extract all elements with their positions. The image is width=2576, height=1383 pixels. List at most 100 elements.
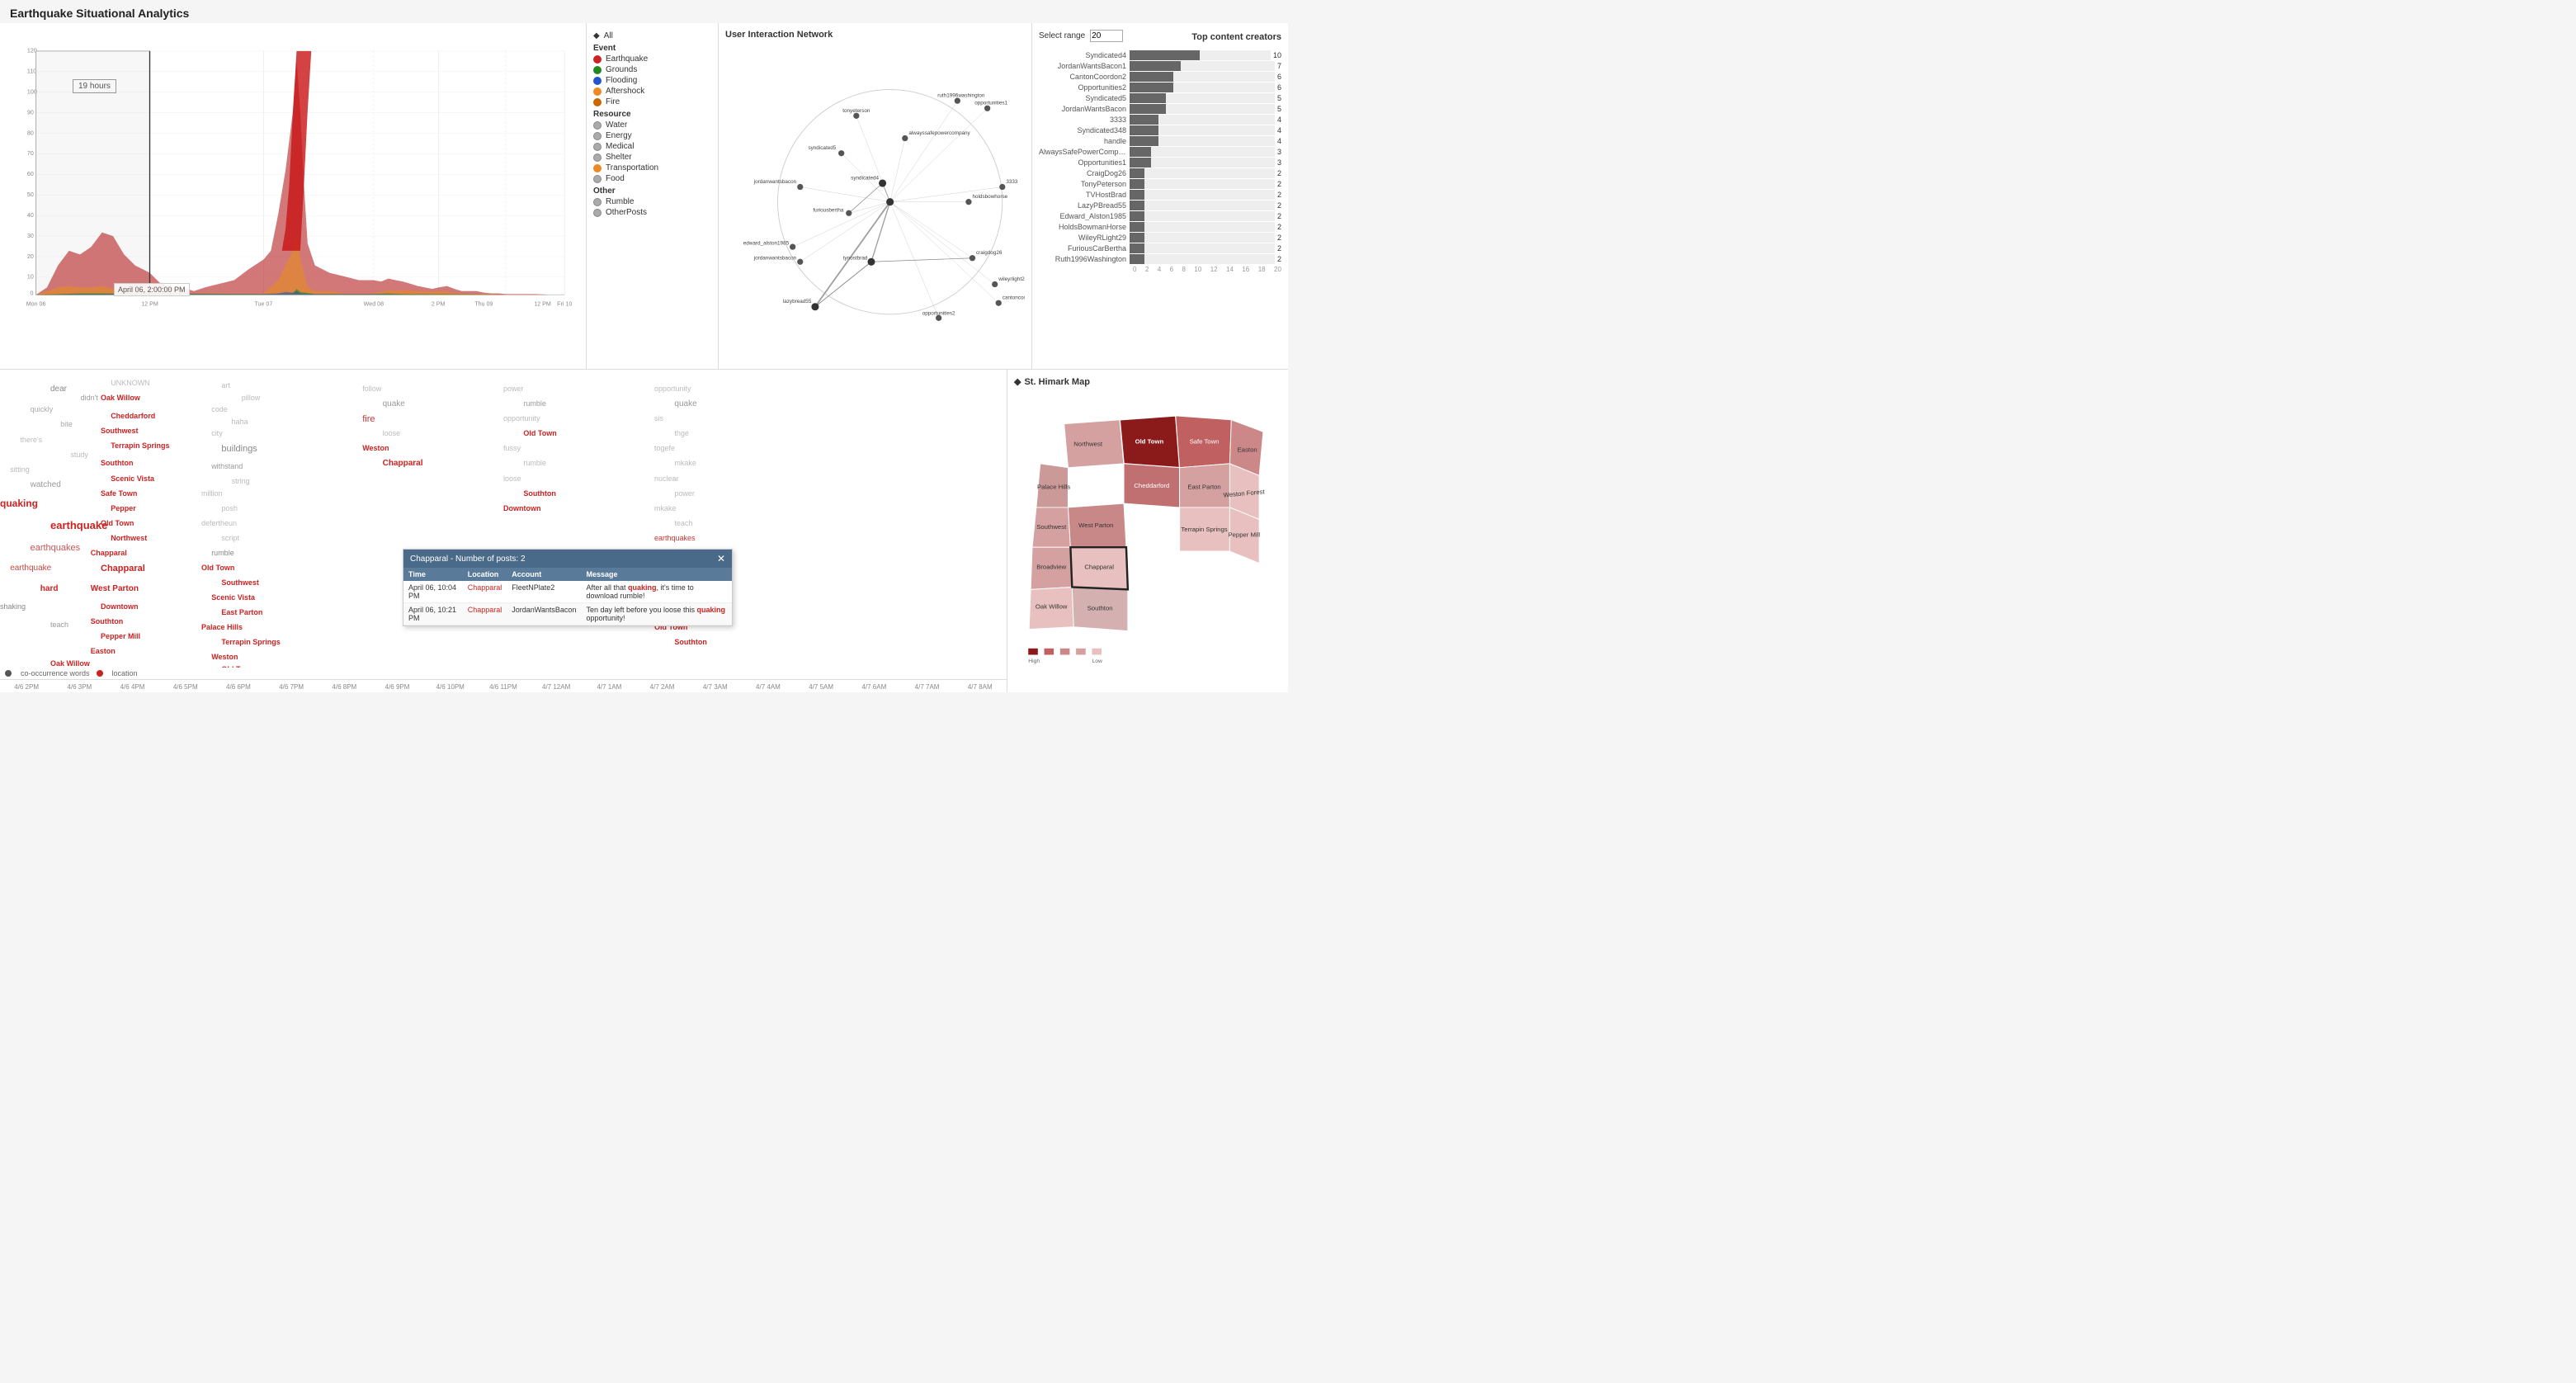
legend-water[interactable]: Water xyxy=(593,120,711,130)
svg-text:Southton: Southton xyxy=(1087,604,1113,611)
svg-text:90: 90 xyxy=(27,109,34,116)
legend-rumble[interactable]: Rumble xyxy=(593,197,711,206)
legend-aftershock[interactable]: Aftershock xyxy=(593,87,711,96)
bar-value: 3 xyxy=(1277,148,1281,156)
chart-annotation: 19 hours xyxy=(73,79,116,93)
map-title: ◆ St. Himark Map xyxy=(1014,376,1281,387)
bar-value: 2 xyxy=(1277,169,1281,177)
legend-flooding[interactable]: Flooding xyxy=(593,76,711,85)
svg-text:50: 50 xyxy=(27,191,34,198)
legend-other-label: Other xyxy=(593,186,616,196)
bar-value: 6 xyxy=(1277,83,1281,92)
legend-transportation[interactable]: Transportation xyxy=(593,163,711,172)
legend-earthquake[interactable]: Earthquake xyxy=(593,54,711,64)
svg-text:syndicated5: syndicated5 xyxy=(808,145,836,151)
bar-label: 3333 xyxy=(1039,116,1130,124)
svg-text:10: 10 xyxy=(27,274,34,281)
main-chart-panel: 19 hours 120 110 100 90 80 70 60 50 40 3… xyxy=(0,23,587,369)
bar-value: 2 xyxy=(1277,255,1281,263)
legend-location: location xyxy=(112,669,138,677)
bar-label: Opportunities2 xyxy=(1039,83,1130,92)
bar-track xyxy=(1130,179,1275,189)
bar-fill xyxy=(1130,93,1166,103)
bar-row: handle 4 xyxy=(1039,136,1281,146)
time-series-chart[interactable]: 120 110 100 90 80 70 60 50 40 30 20 10 0 xyxy=(7,30,579,310)
svg-text:jordanwantsbacon: jordanwantsbacon xyxy=(753,256,797,262)
legend-fire[interactable]: Fire xyxy=(593,97,711,106)
bar-row: Opportunities2 6 xyxy=(1039,83,1281,92)
svg-text:Wed 08: Wed 08 xyxy=(364,301,384,308)
app-title: Earthquake Situational Analytics xyxy=(0,0,1288,23)
col-time: Time xyxy=(403,568,463,581)
bar-row: TVHostBrad 2 xyxy=(1039,190,1281,200)
bar-value: 2 xyxy=(1277,234,1281,242)
svg-text:Chapparal: Chapparal xyxy=(1084,563,1114,570)
svg-text:40: 40 xyxy=(27,212,34,219)
bar-label: Edward_Alston1985 xyxy=(1039,212,1130,220)
svg-text:Cheddarford: Cheddarford xyxy=(1134,482,1169,489)
legend-cooccurrence: co-occurrence words xyxy=(21,669,90,677)
legend-medical[interactable]: Medical xyxy=(593,142,711,151)
bar-track xyxy=(1130,211,1275,221)
bar-track xyxy=(1130,136,1275,146)
bar-track xyxy=(1130,168,1275,178)
bar-row: 3333 4 xyxy=(1039,115,1281,125)
bar-label: TonyPeterson xyxy=(1039,180,1130,188)
bar-track xyxy=(1130,83,1275,92)
svg-text:3333: 3333 xyxy=(1006,179,1018,185)
bar-fill xyxy=(1130,254,1144,264)
legend-all[interactable]: ◆ All xyxy=(593,31,711,40)
svg-text:wileyrlight29: wileyrlight29 xyxy=(998,276,1025,282)
bar-label: FuriousCarBertha xyxy=(1039,244,1130,253)
svg-text:100: 100 xyxy=(27,88,37,95)
bar-fill xyxy=(1130,50,1200,60)
app-container: Earthquake Situational Analytics 19 hour… xyxy=(0,0,1288,692)
range-input[interactable] xyxy=(1090,30,1123,42)
svg-text:Thu 09: Thu 09 xyxy=(474,301,493,308)
svg-text:30: 30 xyxy=(27,233,34,239)
svg-text:holdsbowhorse: holdsbowhorse xyxy=(972,194,1007,200)
bar-track xyxy=(1130,93,1275,103)
bar-fill xyxy=(1130,243,1144,253)
popup-table: Time Location Account Message April 06, … xyxy=(403,568,732,625)
bar-row: FuriousCarBertha 2 xyxy=(1039,243,1281,253)
svg-text:70: 70 xyxy=(27,150,34,157)
himark-map[interactable]: Northwest Palace Hills Old Town Safe Tow… xyxy=(1014,392,1281,678)
bar-row: Edward_Alston1985 2 xyxy=(1039,211,1281,221)
legend-otherposts[interactable]: OtherPosts xyxy=(593,208,711,217)
bar-label: Syndicated5 xyxy=(1039,94,1130,102)
legend-all-label: All xyxy=(604,31,613,40)
bar-fill xyxy=(1130,211,1144,221)
row-account: FleetNPlate2 xyxy=(507,581,581,603)
bar-label: handle xyxy=(1039,137,1130,145)
popup-close-button[interactable]: ✕ xyxy=(717,553,725,564)
svg-text:furiousbertha: furiousbertha xyxy=(813,207,843,213)
bar-fill xyxy=(1130,72,1173,82)
svg-text:Terrapin Springs: Terrapin Springs xyxy=(1181,526,1227,533)
row-time: April 06, 10:21 PM xyxy=(403,603,463,625)
svg-text:Low: Low xyxy=(1092,658,1102,664)
bar-track xyxy=(1130,147,1275,157)
bar-value: 2 xyxy=(1277,223,1281,231)
row-account: JordanWantsBacon xyxy=(507,603,581,625)
legend-grounds[interactable]: Grounds xyxy=(593,65,711,74)
svg-text:Easton: Easton xyxy=(1238,446,1257,453)
bar-label: TVHostBrad xyxy=(1039,191,1130,199)
network-graph[interactable]: tonyeterson ruth1996washington opportuni… xyxy=(725,43,1025,323)
bar-fill xyxy=(1130,147,1151,157)
legend-energy[interactable]: Energy xyxy=(593,131,711,140)
select-range-label: Select range xyxy=(1039,31,1085,40)
bar-value: 5 xyxy=(1277,94,1281,102)
bar-row: JordanWantsBacon1 7 xyxy=(1039,61,1281,71)
location-popup: Chapparal - Number of posts: 2 ✕ Time Lo… xyxy=(403,549,733,626)
svg-text:lazybread55: lazybread55 xyxy=(783,299,812,304)
legend-panel: ◆ All Event Earthquake Grounds Flooding xyxy=(587,23,719,369)
map-panel: ◆ St. Himark Map Northwest Palace Hills … xyxy=(1007,370,1288,692)
legend-resource-label: Resource xyxy=(593,110,631,119)
legend-shelter[interactable]: Shelter xyxy=(593,153,711,162)
bar-row: Ruth1996Washington 2 xyxy=(1039,254,1281,264)
svg-text:Tue 07: Tue 07 xyxy=(254,301,272,308)
row-time: April 06, 10:04 PM xyxy=(403,581,463,603)
legend-resource-section: Resource xyxy=(593,110,711,119)
legend-food[interactable]: Food xyxy=(593,174,711,183)
